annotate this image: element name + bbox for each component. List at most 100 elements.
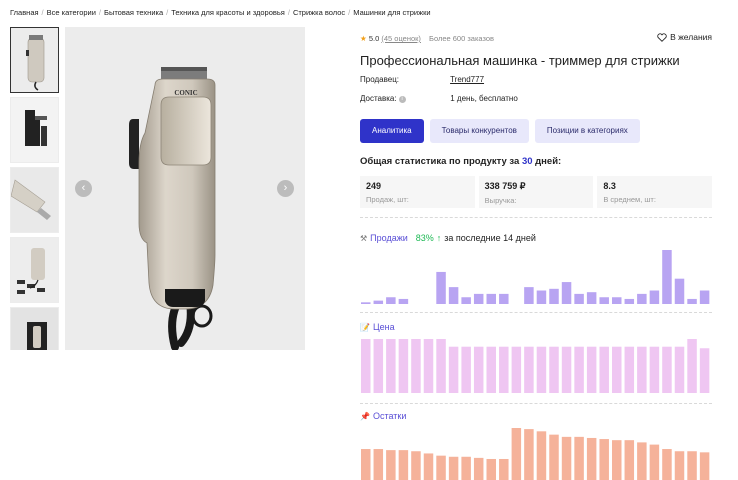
- chart-bar[interactable]: [612, 346, 622, 393]
- chart-bar[interactable]: [637, 346, 647, 393]
- thumbnail-4[interactable]: [10, 237, 59, 303]
- chart-bar[interactable]: [461, 456, 471, 480]
- chart-bar[interactable]: [624, 346, 635, 393]
- chart-bar[interactable]: [674, 346, 685, 393]
- chart-bar[interactable]: [637, 293, 647, 304]
- chart-bar[interactable]: [662, 250, 672, 304]
- chart-bar[interactable]: [574, 436, 584, 480]
- chart-bar[interactable]: [674, 451, 685, 480]
- chart-bar[interactable]: [461, 346, 471, 393]
- chart-bar[interactable]: [649, 346, 660, 393]
- breadcrumb-item[interactable]: Главная: [10, 8, 39, 17]
- chart-bar[interactable]: [473, 346, 484, 393]
- chart-bar[interactable]: [423, 453, 434, 480]
- chart-bar[interactable]: [486, 293, 497, 304]
- chart-bar[interactable]: [549, 434, 559, 480]
- chart-bar[interactable]: [436, 271, 446, 304]
- chart-bar[interactable]: [423, 339, 434, 393]
- chart-bar[interactable]: [549, 288, 559, 304]
- chart-bar[interactable]: [699, 348, 710, 393]
- chart-bar[interactable]: [612, 297, 622, 304]
- tab-analytics[interactable]: Аналитика: [360, 119, 424, 143]
- chart-bar[interactable]: [549, 346, 559, 393]
- chart-bar[interactable]: [511, 428, 522, 480]
- chart-bar[interactable]: [373, 449, 384, 480]
- chart-bar[interactable]: [561, 436, 572, 480]
- chart-bar[interactable]: [599, 346, 609, 393]
- thumbnail-1[interactable]: [10, 27, 59, 93]
- chart-bar[interactable]: [574, 293, 584, 304]
- chart-bar[interactable]: [473, 293, 484, 304]
- chart-bar[interactable]: [448, 456, 459, 480]
- chart-bar[interactable]: [687, 298, 697, 304]
- chart-bar[interactable]: [386, 450, 396, 480]
- chart-bar[interactable]: [624, 440, 635, 480]
- chart-bar[interactable]: [461, 297, 471, 304]
- chart-bar[interactable]: [373, 300, 384, 304]
- next-image-button[interactable]: ›: [277, 180, 294, 197]
- chart-bar[interactable]: [511, 346, 522, 393]
- chart-bar[interactable]: [386, 339, 396, 393]
- chart-bar[interactable]: [536, 431, 547, 480]
- tab-competitors[interactable]: Товары конкурентов: [429, 119, 529, 143]
- chart-bar[interactable]: [436, 455, 446, 480]
- chart-bar[interactable]: [586, 437, 597, 480]
- chart-bar[interactable]: [687, 451, 697, 480]
- chart-bar[interactable]: [361, 302, 371, 304]
- chart-bar[interactable]: [649, 444, 660, 480]
- chart-bar[interactable]: [536, 290, 547, 305]
- chart-bar[interactable]: [411, 339, 421, 393]
- thumbnail-5[interactable]: [10, 307, 59, 350]
- chart-bar[interactable]: [524, 346, 534, 393]
- chart-bar[interactable]: [624, 298, 635, 304]
- chart-bar[interactable]: [398, 450, 409, 480]
- chart-bar[interactable]: [373, 339, 384, 393]
- chart-bar[interactable]: [524, 429, 534, 480]
- breadcrumb-item[interactable]: Бытовая техника: [104, 8, 163, 17]
- chart-bar[interactable]: [699, 452, 710, 480]
- chart-bar[interactable]: [436, 339, 446, 393]
- info-icon[interactable]: i: [398, 96, 406, 103]
- chart-bar[interactable]: [561, 282, 572, 304]
- chart-bar[interactable]: [499, 293, 509, 304]
- chart-bar[interactable]: [699, 290, 710, 305]
- chart-bar[interactable]: [499, 458, 509, 480]
- chart-bar[interactable]: [499, 346, 509, 393]
- chart-bar[interactable]: [398, 339, 409, 393]
- chart-bar[interactable]: [361, 449, 371, 480]
- chart-bar[interactable]: [662, 449, 672, 480]
- chart-bar[interactable]: [411, 451, 421, 480]
- chart-bar[interactable]: [561, 346, 572, 393]
- thumbnail-3[interactable]: [10, 167, 59, 233]
- breadcrumb-item[interactable]: Стрижка волос: [293, 8, 345, 17]
- chart-bar[interactable]: [448, 287, 459, 304]
- chart-bar[interactable]: [448, 346, 459, 393]
- chart-bar[interactable]: [649, 290, 660, 305]
- chart-bar[interactable]: [386, 297, 396, 304]
- seller-link[interactable]: Trend777: [450, 75, 484, 84]
- chart-bar[interactable]: [524, 287, 534, 304]
- chart-bar[interactable]: [599, 297, 609, 304]
- chart-bar[interactable]: [637, 442, 647, 480]
- breadcrumb-item[interactable]: Машинки для стрижки: [353, 8, 430, 17]
- thumbnail-2[interactable]: [10, 97, 59, 163]
- chart-bar[interactable]: [574, 346, 584, 393]
- chart-bar[interactable]: [687, 339, 697, 393]
- chart-bar[interactable]: [586, 292, 597, 304]
- chart-bar[interactable]: [486, 346, 497, 393]
- chart-bar[interactable]: [361, 339, 371, 393]
- breadcrumb-item[interactable]: Все категории: [47, 8, 96, 17]
- chart-bar[interactable]: [473, 457, 484, 480]
- chart-bar[interactable]: [612, 440, 622, 480]
- tab-category-positions[interactable]: Позиции в категориях: [534, 119, 640, 143]
- chart-bar[interactable]: [662, 346, 672, 393]
- chart-bar[interactable]: [486, 458, 497, 480]
- wishlist-button[interactable]: В желания: [657, 32, 712, 42]
- breadcrumb-item[interactable]: Техника для красоты и здоровья: [171, 8, 285, 17]
- chart-bar[interactable]: [398, 298, 409, 304]
- chart-bar[interactable]: [599, 439, 609, 480]
- chart-bar[interactable]: [674, 278, 685, 304]
- chart-bar[interactable]: [586, 346, 597, 393]
- rating-reviews[interactable]: (45 оценок): [381, 34, 421, 43]
- chart-bar[interactable]: [536, 346, 547, 393]
